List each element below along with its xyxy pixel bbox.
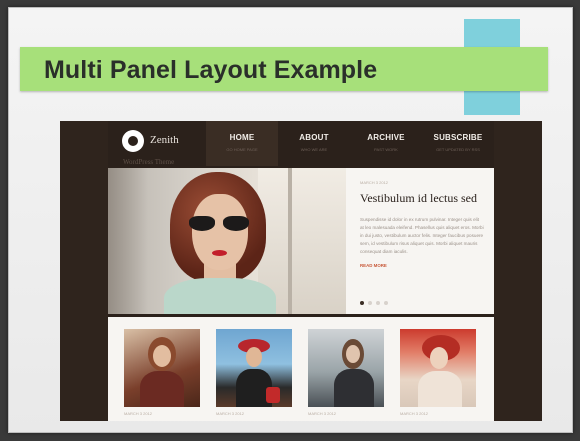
nav-label: HOME [229,133,255,142]
site-header: Zenith WordPress Theme HOME GO HOME PAGE… [108,121,494,166]
logo-icon[interactable] [122,130,144,152]
post-grid: MARCH 3 2012 MARCH 3 2012 MARCH 3 2012 M… [108,317,494,421]
post-thumbnail[interactable] [400,329,476,407]
nav-label: ABOUT [299,133,329,142]
photo-shade [108,168,148,314]
hero-image[interactable] [108,168,346,314]
post-thumbnail[interactable] [124,329,200,407]
read-more-link[interactable]: READ MORE [360,263,484,268]
hero-title[interactable]: Vestibulum id lectus sed [360,191,484,206]
model-lips [212,250,227,256]
post-thumbnail[interactable] [308,329,384,407]
nav-item-archive[interactable]: ARCHIVE PAST WORK [350,121,422,166]
post-card[interactable]: MARCH 3 2012 [400,329,476,416]
site-content: Zenith WordPress Theme HOME GO HOME PAGE… [108,121,494,421]
post-date: MARCH 3 2012 [216,411,245,416]
nav-sublabel: PAST WORK [374,147,398,152]
slider-dot-4[interactable] [384,301,388,305]
slider-dot-2[interactable] [368,301,372,305]
post-thumbnail[interactable] [216,329,292,407]
brand-name[interactable]: Zenith [150,134,179,146]
slider-dot-3[interactable] [376,301,380,305]
nav-label: SUBSCRIBE [433,133,483,142]
nav-sublabel: GET UPDATED BY RSS [436,147,480,152]
nav-item-about[interactable]: ABOUT WHO WE ARE [278,121,350,166]
nav-label: ARCHIVE [367,133,405,142]
slide-title: Multi Panel Layout Example [44,56,378,84]
model-face [192,194,248,270]
post-date: MARCH 3 2012 [124,411,153,416]
model-dress [164,278,276,314]
nav-sublabel: GO HOME PAGE [226,147,258,152]
nav-item-subscribe[interactable]: SUBSCRIBE GET UPDATED BY RSS [422,121,494,166]
main-nav: HOME GO HOME PAGE ABOUT WHO WE ARE ARCHI… [206,121,494,166]
hero-slider: MARCH 3 2012 Vestibulum id lectus sed Su… [108,168,494,314]
sunglasses [189,216,253,232]
post-date: MARCH 3 2012 [308,411,337,416]
website-screenshot: Zenith WordPress Theme HOME GO HOME PAGE… [60,121,542,421]
presentation-slide: Multi Panel Layout Example Zenith WordPr… [8,7,573,433]
nav-item-home[interactable]: HOME GO HOME PAGE [206,121,278,166]
brand-tagline: WordPress Theme [123,158,175,166]
post-date: MARCH 3 2012 [400,411,429,416]
slider-dot-1[interactable] [360,301,364,305]
hero-text-panel: MARCH 3 2012 Vestibulum id lectus sed Su… [352,168,494,314]
post-card[interactable]: MARCH 3 2012 [216,329,292,416]
window-frame [288,168,292,314]
post-card[interactable]: MARCH 3 2012 [308,329,384,416]
post-card[interactable]: MARCH 3 2012 [124,329,200,416]
hero-excerpt: Suspendisse id dolor in ex rutrum pulvin… [360,217,484,254]
slider-pagination [360,301,388,305]
hero-date: MARCH 3 2012 [360,180,389,185]
nav-sublabel: WHO WE ARE [300,147,328,152]
